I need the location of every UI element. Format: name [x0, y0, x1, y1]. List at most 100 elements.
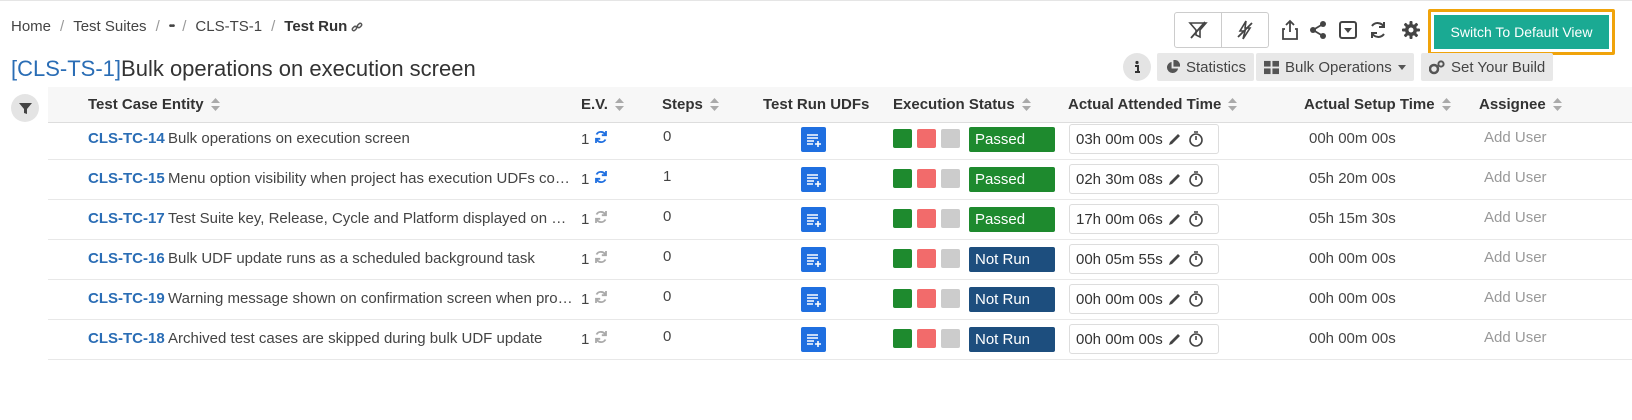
pass-button[interactable] — [893, 169, 912, 188]
pencil-icon[interactable] — [1168, 252, 1182, 266]
udf-edit-button[interactable] — [801, 287, 826, 312]
attended-time-field: 00h 00m 00s — [1069, 324, 1219, 354]
test-case-name[interactable]: Menu option visibility when project has … — [168, 170, 573, 187]
toggle-details-button[interactable] — [1221, 13, 1268, 47]
skip-button[interactable] — [941, 129, 960, 148]
status-badge[interactable]: Not Run — [969, 287, 1055, 312]
share-icon[interactable] — [1306, 18, 1330, 42]
test-case-name[interactable]: Bulk UDF update runs as a scheduled back… — [168, 250, 573, 267]
column-header-steps[interactable]: Steps — [662, 96, 719, 113]
attended-time-field: 02h 30m 08s — [1069, 164, 1219, 194]
test-case-key[interactable]: CLS-TC-15 — [88, 170, 165, 187]
stopwatch-icon[interactable] — [1188, 291, 1204, 307]
test-case-name[interactable]: Archived test cases are skipped during b… — [168, 330, 573, 347]
fail-button[interactable] — [917, 209, 936, 228]
udf-edit-button[interactable] — [801, 207, 826, 232]
fail-button[interactable] — [917, 249, 936, 268]
pass-button[interactable] — [893, 329, 912, 348]
pencil-icon[interactable] — [1168, 332, 1182, 346]
skip-button[interactable] — [941, 209, 960, 228]
column-header-entity[interactable]: Test Case Entity — [88, 96, 220, 113]
page-title-text: Bulk operations on execution screen — [121, 56, 476, 81]
column-header-ev[interactable]: E.V. — [581, 96, 624, 113]
test-case-key[interactable]: CLS-TC-18 — [88, 330, 165, 347]
test-case-name[interactable]: Warning message shown on confirmation sc… — [168, 290, 573, 307]
bulk-operations-button[interactable]: Bulk Operations — [1256, 53, 1414, 81]
fail-button[interactable] — [917, 329, 936, 348]
stopwatch-icon[interactable] — [1188, 331, 1204, 347]
export-icon[interactable] — [1278, 18, 1302, 42]
udf-edit-button[interactable] — [801, 127, 826, 152]
table-row: CLS-TC-17 Test Suite key, Release, Cycle… — [48, 199, 1632, 240]
skip-button[interactable] — [941, 289, 960, 308]
test-case-name[interactable]: Test Suite key, Release, Cycle and Platf… — [168, 210, 573, 227]
pencil-icon[interactable] — [1168, 292, 1182, 306]
status-badge[interactable]: Not Run — [969, 327, 1055, 352]
pencil-icon[interactable] — [1168, 172, 1182, 186]
status-badge[interactable]: Passed — [969, 167, 1055, 192]
sort-icon — [210, 98, 220, 111]
pass-button[interactable] — [893, 289, 912, 308]
stopwatch-icon[interactable] — [1188, 251, 1204, 267]
refresh-icon[interactable] — [1366, 18, 1390, 42]
info-icon[interactable] — [1123, 53, 1151, 81]
column-header-status[interactable]: Execution Status — [893, 96, 1031, 113]
breadcrumb-suite[interactable]: CLS-TS-1 — [195, 18, 262, 35]
skip-button[interactable] — [941, 169, 960, 188]
breadcrumb-test-suites[interactable]: Test Suites — [73, 18, 146, 35]
add-user-link[interactable]: Add User — [1484, 129, 1547, 146]
pencil-icon[interactable] — [1168, 132, 1182, 146]
table-row: CLS-TC-15 Menu option visibility when pr… — [48, 159, 1632, 200]
fail-button[interactable] — [917, 169, 936, 188]
stopwatch-icon[interactable] — [1188, 171, 1204, 187]
steps-count: 0 — [663, 328, 672, 345]
column-header-attended[interactable]: Actual Attended Time — [1068, 96, 1238, 113]
setup-time: 00h 00m 00s — [1309, 130, 1396, 147]
breadcrumb-more[interactable]: ••• — [169, 21, 175, 32]
sync-icon — [595, 251, 608, 263]
execution-version: 1 — [581, 290, 608, 308]
test-case-key[interactable]: CLS-TC-17 — [88, 210, 165, 227]
switch-to-default-view-button[interactable]: Switch To Default View — [1434, 15, 1609, 49]
column-header-setup[interactable]: Actual Setup Time — [1304, 96, 1451, 113]
statistics-button[interactable]: Statistics — [1157, 53, 1255, 81]
steps-count: 0 — [663, 128, 672, 145]
pass-button[interactable] — [893, 209, 912, 228]
udf-edit-button[interactable] — [801, 167, 826, 192]
stopwatch-icon[interactable] — [1188, 131, 1204, 147]
column-header-label: Steps — [662, 96, 703, 113]
udf-edit-button[interactable] — [801, 327, 826, 352]
pencil-icon[interactable] — [1168, 212, 1182, 226]
test-case-key[interactable]: CLS-TC-16 — [88, 250, 165, 267]
fail-button[interactable] — [917, 129, 936, 148]
skip-button[interactable] — [941, 249, 960, 268]
dropdown-box-icon[interactable] — [1336, 18, 1360, 42]
add-user-link[interactable]: Add User — [1484, 209, 1547, 226]
column-header-label: Actual Attended Time — [1068, 96, 1222, 113]
fail-button[interactable] — [917, 289, 936, 308]
sync-icon — [595, 211, 608, 223]
filter-panel-toggle[interactable] — [11, 94, 39, 122]
set-your-build-button[interactable]: Set Your Build — [1421, 53, 1554, 81]
status-badge[interactable]: Passed — [969, 207, 1055, 232]
udf-edit-button[interactable] — [801, 247, 826, 272]
clear-filter-button[interactable] — [1175, 13, 1221, 47]
add-user-link[interactable]: Add User — [1484, 249, 1547, 266]
add-user-link[interactable]: Add User — [1484, 289, 1547, 306]
test-case-name[interactable]: Bulk operations on execution screen — [168, 130, 573, 147]
pass-button[interactable] — [893, 249, 912, 268]
test-case-key[interactable]: CLS-TC-19 — [88, 290, 165, 307]
breadcrumb-home[interactable]: Home — [11, 18, 51, 35]
skip-button[interactable] — [941, 329, 960, 348]
column-header-assignee[interactable]: Assignee — [1479, 96, 1562, 113]
pass-button[interactable] — [893, 129, 912, 148]
stopwatch-icon[interactable] — [1188, 211, 1204, 227]
status-badge[interactable]: Passed — [969, 127, 1055, 152]
status-badge[interactable]: Not Run — [969, 247, 1055, 272]
link-icon[interactable] — [351, 21, 363, 33]
add-user-link[interactable]: Add User — [1484, 329, 1547, 346]
add-user-link[interactable]: Add User — [1484, 169, 1547, 186]
gear-icon[interactable] — [1399, 18, 1423, 42]
test-case-key[interactable]: CLS-TC-14 — [88, 130, 165, 147]
sync-icon — [595, 291, 608, 303]
